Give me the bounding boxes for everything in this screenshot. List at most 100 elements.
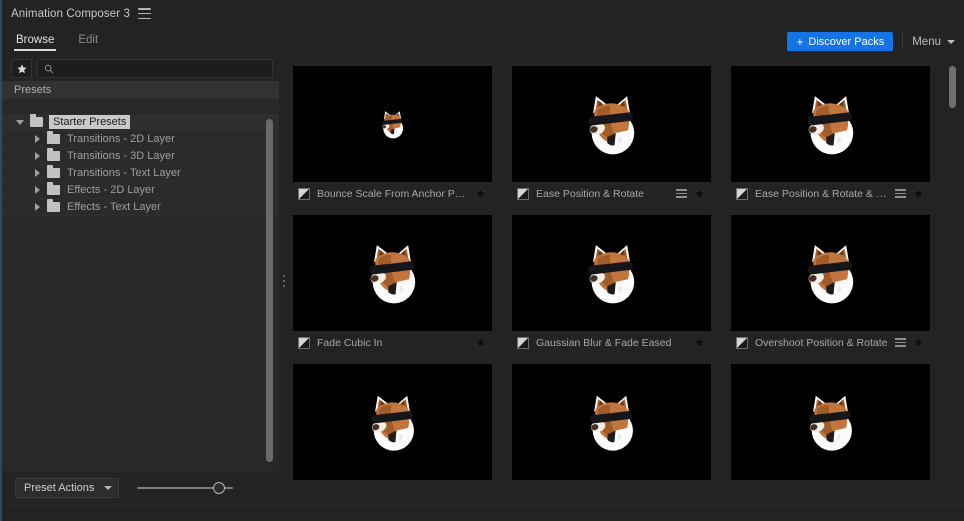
tree-item-label: Transitions - 3D Layer [67,150,175,162]
folder-icon [30,114,43,127]
preset-card[interactable]: Overshoot Position & Rotate [731,215,930,354]
preset-thumbnail[interactable] [731,66,930,182]
layer-type-icon [736,336,748,349]
preset-thumbnail[interactable] [293,364,492,480]
preset-grid-pane: Bounce Scale From Anchor Point Ease Posi… [288,56,964,505]
preset-thumbnail[interactable] [731,215,930,331]
tree-item[interactable]: Transitions - 3D Layer [2,148,279,165]
preset-card[interactable] [293,364,492,480]
chevron-down-icon [947,39,955,44]
favorite-star-icon[interactable] [693,336,706,348]
preset-card[interactable] [731,364,930,480]
layer-type-icon [517,187,529,200]
tree-item-label: Transitions - Text Layer [67,167,181,179]
discover-packs-label: Discover Packs [808,35,885,48]
panel-title: Animation Composer 3 [11,7,130,20]
tab-bar-actions: + Discover Packs Menu [787,32,955,51]
preset-options-icon[interactable] [895,189,906,198]
preset-tree: Starter Presets Transitions - 2D Layer Tra… [2,114,279,216]
preset-card-bar: Overshoot Position & Rotate [731,331,930,354]
preset-thumbnail[interactable] [293,215,492,331]
preset-card-bar: Ease Position & Rotate & Scale [731,182,930,205]
chevron-right-icon[interactable] [35,169,40,177]
chevron-right-icon[interactable] [35,135,40,143]
preset-card[interactable]: Ease Position & Rotate & Scale [731,66,930,205]
chevron-right-icon[interactable] [35,186,40,194]
preset-card[interactable]: Ease Position & Rotate [512,66,711,205]
panel-menu-icon[interactable] [137,8,151,19]
favorite-star-icon[interactable] [693,187,706,199]
sidebar-footer: Preset Actions [2,471,279,505]
preset-card-label: Ease Position & Rotate & Scale [755,187,888,200]
preset-card[interactable]: Bounce Scale From Anchor Point [293,66,492,205]
fox-mascot-icon [588,244,635,303]
panel-titlebar: Animation Composer 3 [2,0,964,27]
fox-mascot-icon [807,95,854,154]
thumbnail-size-slider[interactable] [137,480,234,496]
tab-bar: Browse Edit + Discover Packs Menu [2,27,964,56]
search-field[interactable] [37,59,273,78]
sidebar-scrollbar[interactable] [266,119,273,462]
tree-item-label: Effects - 2D Layer [67,184,155,196]
tab-browse[interactable]: Browse [13,33,57,51]
preset-thumbnail[interactable] [512,215,711,331]
preset-card-bar: Gaussian Blur & Fade Eased [512,331,711,354]
menu-button[interactable]: Menu [912,36,955,48]
fox-mascot-icon [369,244,416,303]
chevron-right-icon[interactable] [35,152,40,160]
preset-card[interactable] [512,364,711,480]
slider-handle[interactable] [213,482,226,494]
folder-icon [47,148,60,161]
tab-edit[interactable]: Edit [77,33,99,51]
preset-card[interactable]: Fade Cubic In [293,215,492,354]
plus-icon: + [796,34,804,49]
layer-type-icon [736,187,748,200]
tree-item[interactable]: Transitions - 2D Layer [2,131,279,148]
preset-card[interactable]: Gaussian Blur & Fade Eased [512,215,711,354]
chevron-down-icon[interactable] [16,119,24,125]
preset-tree-wrapper: Presets Starter Presets Transitions - 2D … [2,81,279,471]
preset-card-bar: Ease Position & Rotate [512,182,711,205]
chevron-right-icon[interactable] [35,203,40,211]
preset-thumbnail[interactable] [731,364,930,480]
status-bar [2,505,964,521]
folder-icon [47,165,60,178]
tree-item[interactable]: Transitions - Text Layer [2,165,279,182]
tree-item[interactable]: Effects - 2D Layer [2,182,279,199]
menu-label: Menu [912,35,941,48]
favorite-star-icon[interactable] [912,336,925,348]
preset-card-label: Bounce Scale From Anchor Point [317,187,468,200]
folder-icon [47,131,60,144]
layer-type-icon [298,187,310,200]
chevron-down-icon [104,486,113,490]
folder-icon [47,199,60,212]
preset-card-label: Fade Cubic In [317,336,383,349]
search-input[interactable] [59,62,266,75]
favorite-star-icon[interactable] [474,187,487,199]
tree-item-label: Transitions - 2D Layer [67,133,175,145]
preset-options-icon[interactable] [895,338,906,347]
favorite-star-icon[interactable] [912,187,925,199]
tree-item[interactable]: Effects - Text Layer [2,199,279,216]
tree-item[interactable]: Starter Presets [2,114,279,131]
layer-type-icon [298,336,310,349]
favorites-filter-button[interactable] [11,59,32,78]
fox-mascot-icon [381,110,404,138]
star-icon [16,63,27,73]
preset-options-icon[interactable] [676,189,687,198]
panel-splitter[interactable] [279,56,288,505]
favorite-star-icon[interactable] [474,336,487,348]
preset-thumbnail[interactable] [512,66,711,182]
splitter-grip-icon [282,274,285,287]
grid-scrollbar[interactable] [949,66,956,108]
tree-item-label: Effects - Text Layer [67,201,161,213]
preset-thumbnail[interactable] [293,66,492,182]
preset-grid: Bounce Scale From Anchor Point Ease Posi… [293,66,942,480]
search-row [2,56,279,81]
preset-thumbnail[interactable] [512,364,711,480]
preset-actions-dropdown[interactable]: Preset Actions [15,478,120,498]
preset-card-label: Overshoot Position & Rotate [755,336,888,349]
toolbar-divider [902,33,904,50]
preset-card-bar: Bounce Scale From Anchor Point [293,182,492,205]
discover-packs-button[interactable]: + Discover Packs [787,32,894,51]
